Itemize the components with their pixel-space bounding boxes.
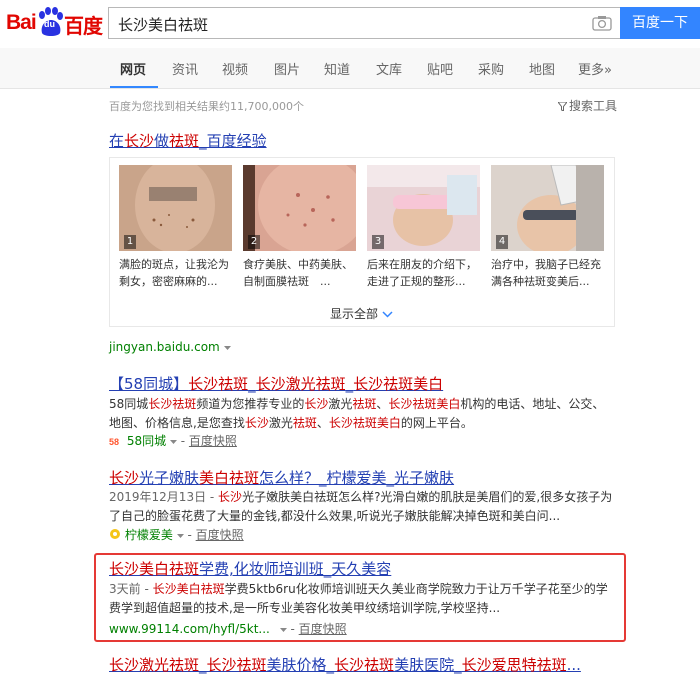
header: Bai du 百度 长沙美白祛斑 百度一下 (0, 0, 700, 48)
title-part: 长沙 (124, 132, 155, 150)
image-number: 3 (372, 235, 384, 249)
logo-latin: Bai (6, 11, 37, 34)
site-name[interactable]: 58同城 (127, 434, 166, 448)
result-title-58-text[interactable]: 【58同城】长沙祛斑_长沙激光祛斑_长沙祛斑美白 (109, 373, 443, 394)
tab-bar: 网页 资讯 视频 图片 知道 文库 贴吧 采购 地图 更多» (0, 48, 700, 89)
snapshot-link[interactable]: 百度快照 (299, 622, 347, 636)
desc-part: 长沙 (304, 397, 329, 411)
image-number: 2 (248, 235, 260, 249)
dropdown-arrow-icon (223, 346, 231, 350)
step-caption-3: 后来在朋友的介绍下，走进了正规的整形... (367, 258, 477, 288)
svg-text:58: 58 (109, 437, 119, 446)
site-name[interactable]: 柠檬爱美 (125, 528, 173, 542)
search-tools-label: 搜索工具 (569, 99, 618, 113)
active-tab-indicator (110, 86, 158, 88)
desc-part: 频道为您推荐专业的 (196, 397, 305, 411)
logo-du: du (44, 19, 55, 29)
desc-part: 58同城 (109, 397, 149, 411)
desc-part: 激光 (268, 416, 293, 430)
step-image-3[interactable]: 3 (367, 165, 480, 251)
tab-purchase[interactable]: 采购 (478, 59, 504, 78)
baidu-logo[interactable]: Bai du 百度 (6, 4, 103, 40)
step-caption-2: 食疗美肤、中药美肤、自制面膜祛斑 ... (243, 258, 353, 288)
desc-part: 祛斑 (172, 397, 197, 411)
result-desc-tianjiu: 3天前 - 长沙美白祛斑学费5ktb6ru化妆师培训班天久美业商学院致力于让万千… (109, 580, 619, 618)
step-image-1[interactable]: 1 (119, 157, 232, 253)
result-title-jingyan[interactable]: 在长沙做祛斑_百度经验 (109, 130, 267, 151)
result-title-aisite[interactable]: 长沙激光祛斑_长沙祛斑美肤价格_长沙祛斑美肤医院_长沙爱思特祛斑... (109, 654, 581, 675)
result-desc-58: 58同城长沙祛斑频道为您推荐专业的长沙激光祛斑、长沙祛斑美白机构的电话、地址、公… (109, 395, 614, 433)
step-image-4[interactable]: 4 (491, 164, 604, 255)
desc-part: 、 (316, 416, 329, 430)
desc-part: 祛斑 (352, 397, 377, 411)
snapshot-link[interactable]: 百度快照 (196, 528, 244, 542)
desc-part: 长沙 (244, 416, 269, 430)
result-meta-58: 58 58同城 - 百度快照 (109, 434, 237, 448)
url-text: jingyan.baidu.com (109, 340, 220, 354)
dropdown-arrow-icon (279, 628, 287, 632)
tab-map[interactable]: 地图 (529, 59, 555, 78)
result-count: 百度为您找到相关结果约11,700,000个 (109, 100, 304, 113)
desc-part: 长沙 (388, 397, 413, 411)
logo-chinese: 百度 (64, 14, 103, 38)
title-part: 做 (154, 132, 170, 150)
tab-zhidao[interactable]: 知道 (324, 59, 350, 78)
desc-highlight: 长沙 (218, 490, 243, 504)
tab-wenku[interactable]: 文库 (376, 59, 402, 78)
tab-more[interactable]: 更多» (578, 59, 612, 78)
snapshot-link[interactable]: 百度快照 (189, 434, 237, 448)
camera-icon[interactable] (592, 15, 612, 31)
search-button[interactable]: 百度一下 (620, 7, 700, 39)
result-title-lemon[interactable]: 长沙光子嫩肤美白祛斑怎么样？_柠檬爱美_光子嫩肤 (109, 467, 454, 488)
tab-video[interactable]: 视频 (222, 59, 248, 78)
dropdown-arrow-icon (176, 534, 184, 538)
title-part: 在 (109, 132, 125, 150)
result-date: 2019年12月13日 - (109, 490, 219, 504)
desc-part: 祛斑 (292, 416, 317, 430)
show-all-button[interactable]: 显示全部 (330, 305, 393, 322)
lemon-icon (110, 529, 120, 539)
title-part: _百度经验 (199, 132, 267, 150)
result-meta-lemon: 柠檬爱美 - 百度快照 (109, 526, 244, 543)
desc-part: 的网上平台。 (400, 416, 473, 430)
dropdown-arrow-icon (169, 440, 177, 444)
site-url[interactable]: www.99114.com/hyfl/5kt... (109, 622, 270, 636)
desc-part: 、 (376, 397, 389, 411)
image-number: 1 (124, 235, 136, 249)
result-title-tianjiu[interactable]: 长沙美白祛斑学费,化妆师培训班_天久美容 (109, 558, 391, 579)
filter-icon (556, 101, 569, 112)
search-tools-button[interactable]: 搜索工具 (556, 97, 618, 114)
chevron-down-icon (382, 311, 393, 318)
search-query: 长沙美白祛斑 (118, 16, 209, 34)
desc-part: 祛斑美白 (352, 416, 401, 430)
result-date: 3天前 - (109, 582, 153, 596)
tab-images[interactable]: 图片 (274, 59, 300, 78)
tab-web[interactable]: 网页 (120, 59, 146, 78)
desc-part: 长沙 (148, 397, 173, 411)
tab-tieba[interactable]: 贴吧 (427, 59, 453, 78)
show-all-label: 显示全部 (330, 307, 379, 321)
desc-part: 激光 (328, 397, 353, 411)
desc-part: 祛斑美白 (412, 397, 461, 411)
step-caption-1: 满脸的斑点，让我沦为剩女，密密麻麻的... (119, 258, 229, 288)
desc-highlight: 长沙美白祛斑 (152, 582, 225, 596)
result-meta-tianjiu: www.99114.com/hyfl/5kt... - 百度快照 (109, 622, 347, 636)
result-url-jingyan[interactable]: jingyan.baidu.com (109, 340, 231, 354)
image-number: 4 (496, 235, 508, 249)
step-caption-4: 治疗中，我脑子已经充满各种祛斑变美后... (491, 258, 601, 288)
step-image-2[interactable]: 2 (243, 155, 368, 255)
result-desc-lemon: 2019年12月13日 - 长沙光子嫩肤美白祛斑怎么样?光滑白嫩的肌肤是美眉们的… (109, 488, 614, 526)
experience-card: 1 2 3 4 满脸的斑点，让我沦为剩女，密密麻麻的... 食疗美肤、中药美肤、… (109, 155, 615, 327)
site-58-icon: 58 (109, 437, 119, 447)
desc-part: 长沙 (328, 416, 353, 430)
title-part: 祛斑 (169, 132, 200, 150)
tab-news[interactable]: 资讯 (172, 59, 198, 78)
search-input[interactable]: 长沙美白祛斑 (108, 7, 620, 39)
